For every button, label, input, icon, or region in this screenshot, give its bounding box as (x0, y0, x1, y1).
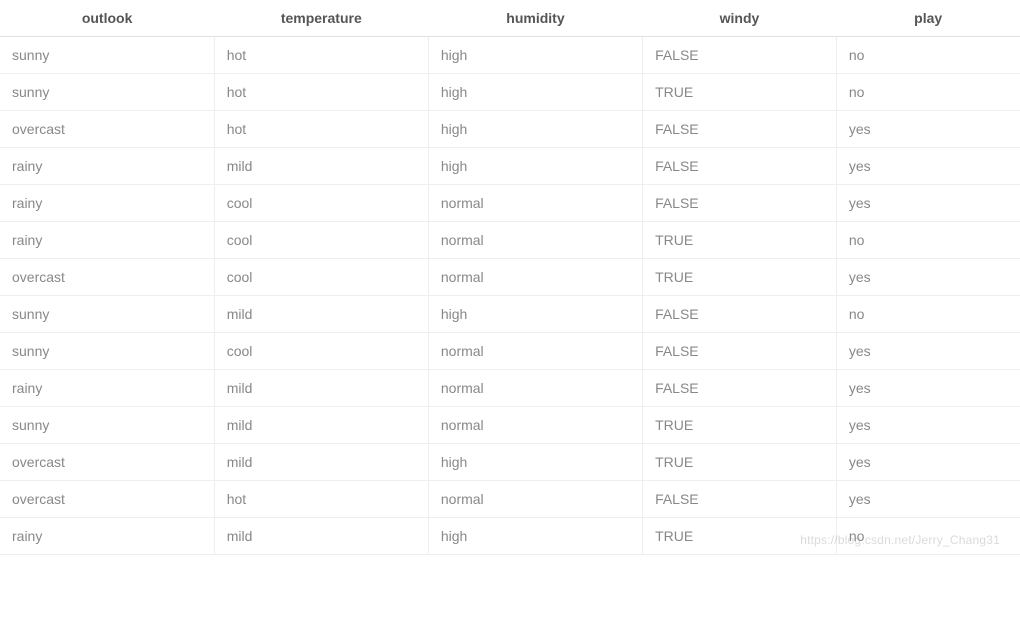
table-cell: FALSE (643, 148, 837, 185)
table-cell: TRUE (643, 222, 837, 259)
table-cell: mild (214, 370, 428, 407)
table-cell: no (836, 518, 1020, 555)
table-cell: overcast (0, 444, 214, 481)
table-cell: TRUE (643, 74, 837, 111)
table-cell: high (428, 518, 642, 555)
table-cell: hot (214, 481, 428, 518)
table-row: rainycoolnormalTRUEno (0, 222, 1020, 259)
table-cell: normal (428, 407, 642, 444)
table-cell: cool (214, 259, 428, 296)
header-row: outlook temperature humidity windy play (0, 0, 1020, 37)
table-cell: rainy (0, 148, 214, 185)
table-cell: high (428, 74, 642, 111)
table-cell: yes (836, 333, 1020, 370)
table-cell: normal (428, 333, 642, 370)
table-cell: rainy (0, 518, 214, 555)
table-cell: no (836, 37, 1020, 74)
table-row: sunnyhothighTRUEno (0, 74, 1020, 111)
table-cell: cool (214, 185, 428, 222)
table-cell: high (428, 111, 642, 148)
table-cell: yes (836, 111, 1020, 148)
table-cell: no (836, 296, 1020, 333)
table-cell: normal (428, 481, 642, 518)
table-cell: no (836, 222, 1020, 259)
table-cell: hot (214, 74, 428, 111)
header-humidity: humidity (428, 0, 642, 37)
table-cell: FALSE (643, 37, 837, 74)
table-cell: yes (836, 407, 1020, 444)
table-row: rainymildhighTRUEno (0, 518, 1020, 555)
table-cell: TRUE (643, 518, 837, 555)
table-cell: FALSE (643, 185, 837, 222)
table-row: overcasthothighFALSEyes (0, 111, 1020, 148)
table-cell: high (428, 148, 642, 185)
header-play: play (836, 0, 1020, 37)
table-cell: high (428, 296, 642, 333)
table-cell: no (836, 74, 1020, 111)
table-row: sunnymildhighFALSEno (0, 296, 1020, 333)
table-cell: high (428, 37, 642, 74)
table-cell: TRUE (643, 444, 837, 481)
header-temperature: temperature (214, 0, 428, 37)
table-cell: FALSE (643, 481, 837, 518)
table-cell: yes (836, 185, 1020, 222)
table-cell: yes (836, 444, 1020, 481)
table-cell: TRUE (643, 407, 837, 444)
table-row: rainymildhighFALSEyes (0, 148, 1020, 185)
table-cell: sunny (0, 407, 214, 444)
table-row: sunnycoolnormalFALSEyes (0, 333, 1020, 370)
table-cell: sunny (0, 296, 214, 333)
table-cell: overcast (0, 481, 214, 518)
table-cell: FALSE (643, 370, 837, 407)
table-cell: rainy (0, 185, 214, 222)
table-cell: mild (214, 444, 428, 481)
table-cell: yes (836, 148, 1020, 185)
table-row: overcasthotnormalFALSEyes (0, 481, 1020, 518)
table-cell: high (428, 444, 642, 481)
header-windy: windy (643, 0, 837, 37)
table-cell: cool (214, 222, 428, 259)
table-cell: FALSE (643, 333, 837, 370)
table-row: sunnyhothighFALSEno (0, 37, 1020, 74)
table-body: sunnyhothighFALSEnosunnyhothighTRUEnoove… (0, 37, 1020, 555)
table-cell: mild (214, 518, 428, 555)
table-header: outlook temperature humidity windy play (0, 0, 1020, 37)
table-row: overcastmildhighTRUEyes (0, 444, 1020, 481)
table-cell: FALSE (643, 111, 837, 148)
table-cell: sunny (0, 333, 214, 370)
table-cell: normal (428, 370, 642, 407)
table-cell: yes (836, 259, 1020, 296)
table-cell: normal (428, 222, 642, 259)
table-row: sunnymildnormalTRUEyes (0, 407, 1020, 444)
table-cell: hot (214, 111, 428, 148)
table-cell: cool (214, 333, 428, 370)
table-cell: mild (214, 148, 428, 185)
table-cell: hot (214, 37, 428, 74)
table-cell: rainy (0, 370, 214, 407)
table-cell: yes (836, 481, 1020, 518)
data-table: outlook temperature humidity windy play … (0, 0, 1020, 555)
table-cell: yes (836, 370, 1020, 407)
table-cell: sunny (0, 37, 214, 74)
table-cell: FALSE (643, 296, 837, 333)
header-outlook: outlook (0, 0, 214, 37)
table-cell: normal (428, 185, 642, 222)
table-cell: sunny (0, 74, 214, 111)
table-row: overcastcoolnormalTRUEyes (0, 259, 1020, 296)
table-cell: overcast (0, 111, 214, 148)
table-row: rainycoolnormalFALSEyes (0, 185, 1020, 222)
table-cell: mild (214, 296, 428, 333)
table-cell: overcast (0, 259, 214, 296)
table-cell: normal (428, 259, 642, 296)
table-cell: rainy (0, 222, 214, 259)
table-cell: mild (214, 407, 428, 444)
table-row: rainymildnormalFALSEyes (0, 370, 1020, 407)
table-cell: TRUE (643, 259, 837, 296)
